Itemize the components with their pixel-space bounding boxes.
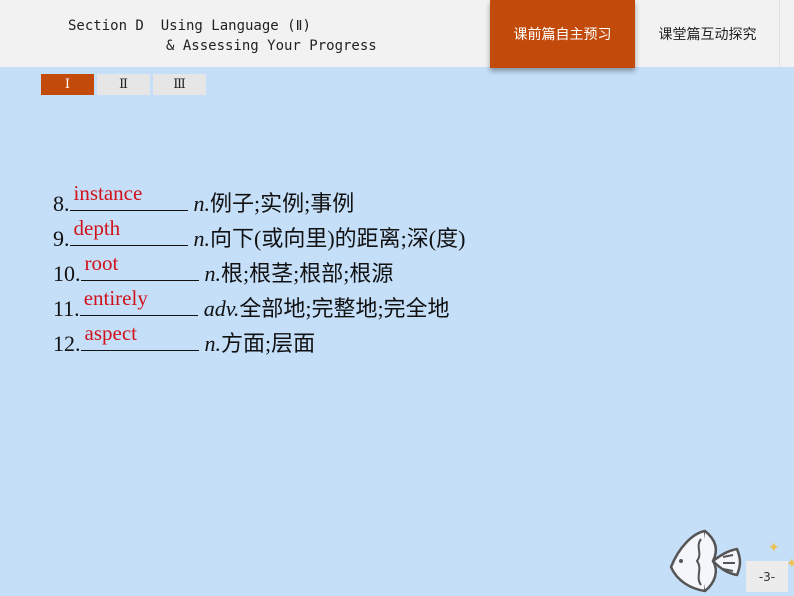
answer-blank: root <box>80 251 199 281</box>
page-number: -3- <box>746 561 788 592</box>
answer-text: entirely <box>83 286 148 310</box>
answer-text: aspect <box>84 321 137 345</box>
answer-blank: aspect <box>80 321 199 351</box>
fish-icon <box>669 529 742 593</box>
answer-text: root <box>84 251 119 275</box>
meaning: 方面;层面 <box>221 331 316 356</box>
answer-blank: instance <box>69 181 188 211</box>
subtab-bar: Ⅰ Ⅱ Ⅲ <box>41 74 206 95</box>
section-title: Section D Using Language (Ⅱ) & Assessing … <box>68 16 377 56</box>
item-number: 11. <box>53 296 80 321</box>
subtab-1[interactable]: Ⅰ <box>41 74 94 95</box>
header-bar: Section D Using Language (Ⅱ) & Assessing … <box>0 0 794 68</box>
vocab-item: 12. aspect n.方面;层面 <box>53 321 465 361</box>
answer-text: depth <box>73 216 121 240</box>
subtab-2[interactable]: Ⅱ <box>97 74 150 95</box>
header-divider <box>779 0 780 67</box>
item-number: 9. <box>53 226 70 251</box>
item-number: 12. <box>53 331 81 356</box>
item-number: 10. <box>53 261 81 286</box>
part-of-speech: adv. <box>203 296 240 321</box>
part-of-speech: n. <box>204 261 222 286</box>
meaning: 向下(或向里)的距离;深(度) <box>210 226 466 251</box>
answer-text: instance <box>73 181 143 205</box>
part-of-speech: n. <box>193 226 211 251</box>
meaning: 例子;实例;事例 <box>210 191 355 216</box>
tab-classroom[interactable]: 课堂篇互动探究 <box>635 0 780 68</box>
answer-blank: entirely <box>79 286 198 316</box>
meaning: 全部地;完整地;完全地 <box>239 296 450 321</box>
tab-preview[interactable]: 课前篇自主预习 <box>490 0 635 68</box>
star-icon: ✦ <box>768 541 780 556</box>
title-line-1: Section D Using Language (Ⅱ) <box>68 18 311 34</box>
answer-blank: depth <box>69 216 188 246</box>
part-of-speech: n. <box>204 331 222 356</box>
title-line-2: & Assessing Your Progress <box>166 38 377 54</box>
part-of-speech: n. <box>193 191 211 216</box>
vocab-list: 8. instance n.例子;实例;事例 9. depth n.向下(或向里)的距离… <box>53 181 466 361</box>
meaning: 根;根茎;根部;根源 <box>221 261 394 286</box>
item-number: 8. <box>53 191 70 216</box>
subtab-3[interactable]: Ⅲ <box>153 74 206 95</box>
